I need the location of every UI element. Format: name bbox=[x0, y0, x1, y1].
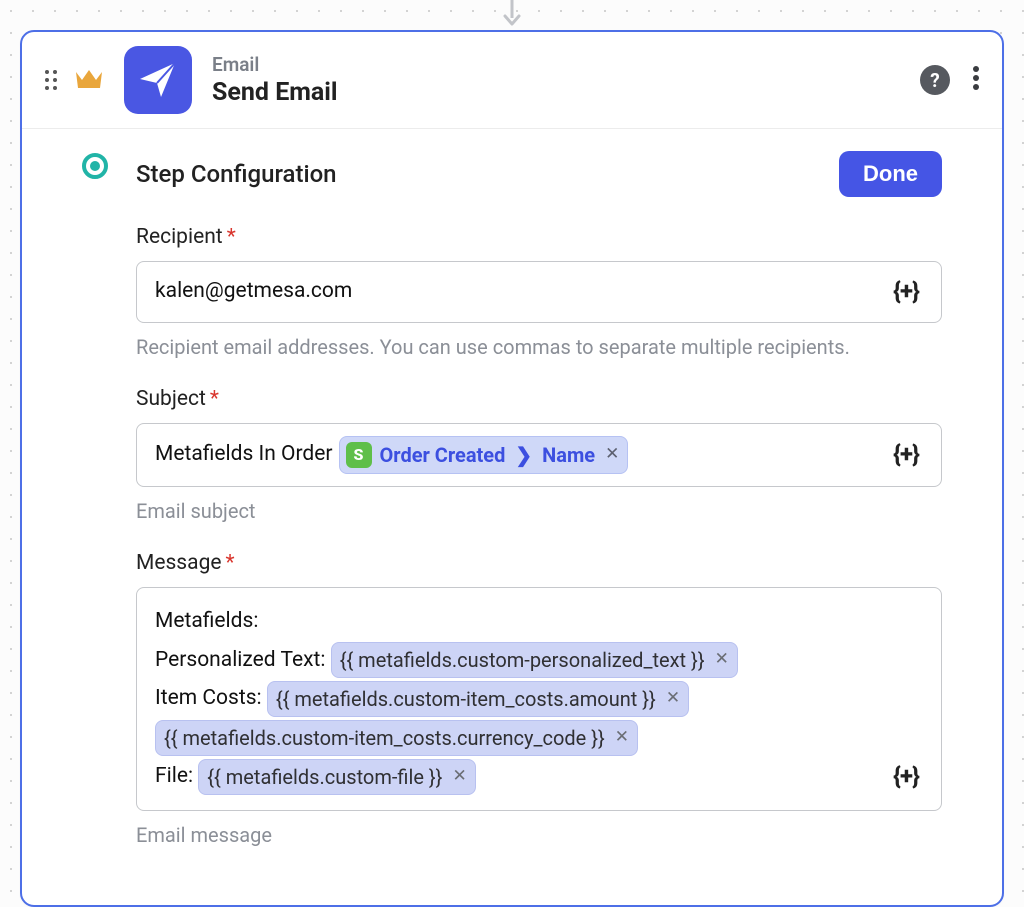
step-card: Email Send Email ? Step Configuration Do… bbox=[20, 30, 1004, 907]
required-mark: * bbox=[227, 225, 236, 249]
insert-variable-button[interactable]: {+} bbox=[885, 439, 927, 471]
section-title: Step Configuration bbox=[136, 160, 337, 188]
remove-token-icon[interactable]: ✕ bbox=[605, 442, 619, 468]
chevron-right-icon: ❯ bbox=[513, 440, 534, 470]
variable-token-item-costs-amount[interactable]: {{ metafields.custom-item_costs.amount }… bbox=[267, 681, 689, 717]
recipient-label: Recipient* bbox=[136, 225, 942, 249]
required-mark: * bbox=[210, 387, 219, 411]
message-input[interactable]: Metafields: Personalized Text: {{ metafi… bbox=[136, 587, 942, 811]
step-indicator-icon bbox=[82, 153, 108, 179]
message-line5-prefix: File: bbox=[155, 764, 198, 788]
crown-icon bbox=[74, 66, 104, 94]
app-category-label: Email bbox=[212, 53, 920, 76]
field-recipient: Recipient* kalen@getmesa.com {+} Recipie… bbox=[136, 225, 942, 359]
recipient-label-text: Recipient bbox=[136, 225, 223, 249]
message-label-text: Message bbox=[136, 551, 222, 575]
subject-label-text: Subject bbox=[136, 387, 206, 411]
token-source: Order Created bbox=[380, 440, 506, 470]
token-field: Name bbox=[542, 440, 595, 470]
variable-token-item-costs-currency[interactable]: {{ metafields.custom-item_costs.currency… bbox=[155, 720, 638, 756]
message-line1: Metafields: bbox=[155, 609, 258, 633]
variable-token-order-name[interactable]: S Order Created ❯ Name ✕ bbox=[339, 436, 629, 474]
flow-arrow-icon bbox=[502, 0, 522, 32]
required-mark: * bbox=[226, 551, 235, 575]
more-menu-icon[interactable] bbox=[972, 65, 980, 95]
shopify-icon: S bbox=[346, 442, 372, 468]
recipient-helper: Recipient email addresses. You can use c… bbox=[136, 335, 942, 359]
message-helper: Email message bbox=[136, 823, 942, 847]
step-title: Send Email bbox=[212, 78, 920, 107]
card-header: Email Send Email ? bbox=[22, 32, 1002, 129]
variable-token-personalized-text[interactable]: {{ metafields.custom-personalized_text }… bbox=[331, 642, 738, 678]
recipient-input[interactable]: kalen@getmesa.com {+} bbox=[136, 261, 942, 323]
field-subject: Subject* Metafields In Order S Order Cre… bbox=[136, 387, 942, 523]
variable-token-file[interactable]: {{ metafields.custom-file }} ✕ bbox=[198, 759, 475, 795]
subject-input[interactable]: Metafields In Order S Order Created ❯ Na… bbox=[136, 423, 942, 487]
help-icon[interactable]: ? bbox=[920, 65, 950, 95]
field-message: Message* Metafields: Personalized Text: … bbox=[136, 551, 942, 847]
token-text: {{ metafields.custom-item_costs.amount }… bbox=[276, 684, 656, 714]
message-label: Message* bbox=[136, 551, 942, 575]
remove-token-icon[interactable]: ✕ bbox=[452, 764, 466, 790]
insert-variable-button[interactable]: {+} bbox=[885, 276, 927, 308]
subject-label: Subject* bbox=[136, 387, 942, 411]
token-text: {{ metafields.custom-item_costs.currency… bbox=[164, 723, 605, 753]
token-text: {{ metafields.custom-personalized_text }… bbox=[340, 645, 705, 675]
subject-helper: Email subject bbox=[136, 499, 942, 523]
remove-token-icon[interactable]: ✕ bbox=[615, 725, 629, 751]
remove-token-icon[interactable]: ✕ bbox=[715, 647, 729, 673]
insert-variable-button[interactable]: {+} bbox=[885, 760, 927, 792]
message-line3-prefix: Item Costs: bbox=[155, 686, 267, 710]
recipient-value: kalen@getmesa.com bbox=[155, 274, 352, 310]
done-button[interactable]: Done bbox=[839, 151, 942, 197]
remove-token-icon[interactable]: ✕ bbox=[666, 686, 680, 712]
token-text: {{ metafields.custom-file }} bbox=[207, 762, 442, 792]
drag-handle-icon[interactable] bbox=[44, 69, 58, 91]
subject-prefix-text: Metafields In Order bbox=[155, 437, 333, 473]
app-email-icon bbox=[124, 46, 192, 114]
message-line2-prefix: Personalized Text: bbox=[155, 648, 331, 672]
